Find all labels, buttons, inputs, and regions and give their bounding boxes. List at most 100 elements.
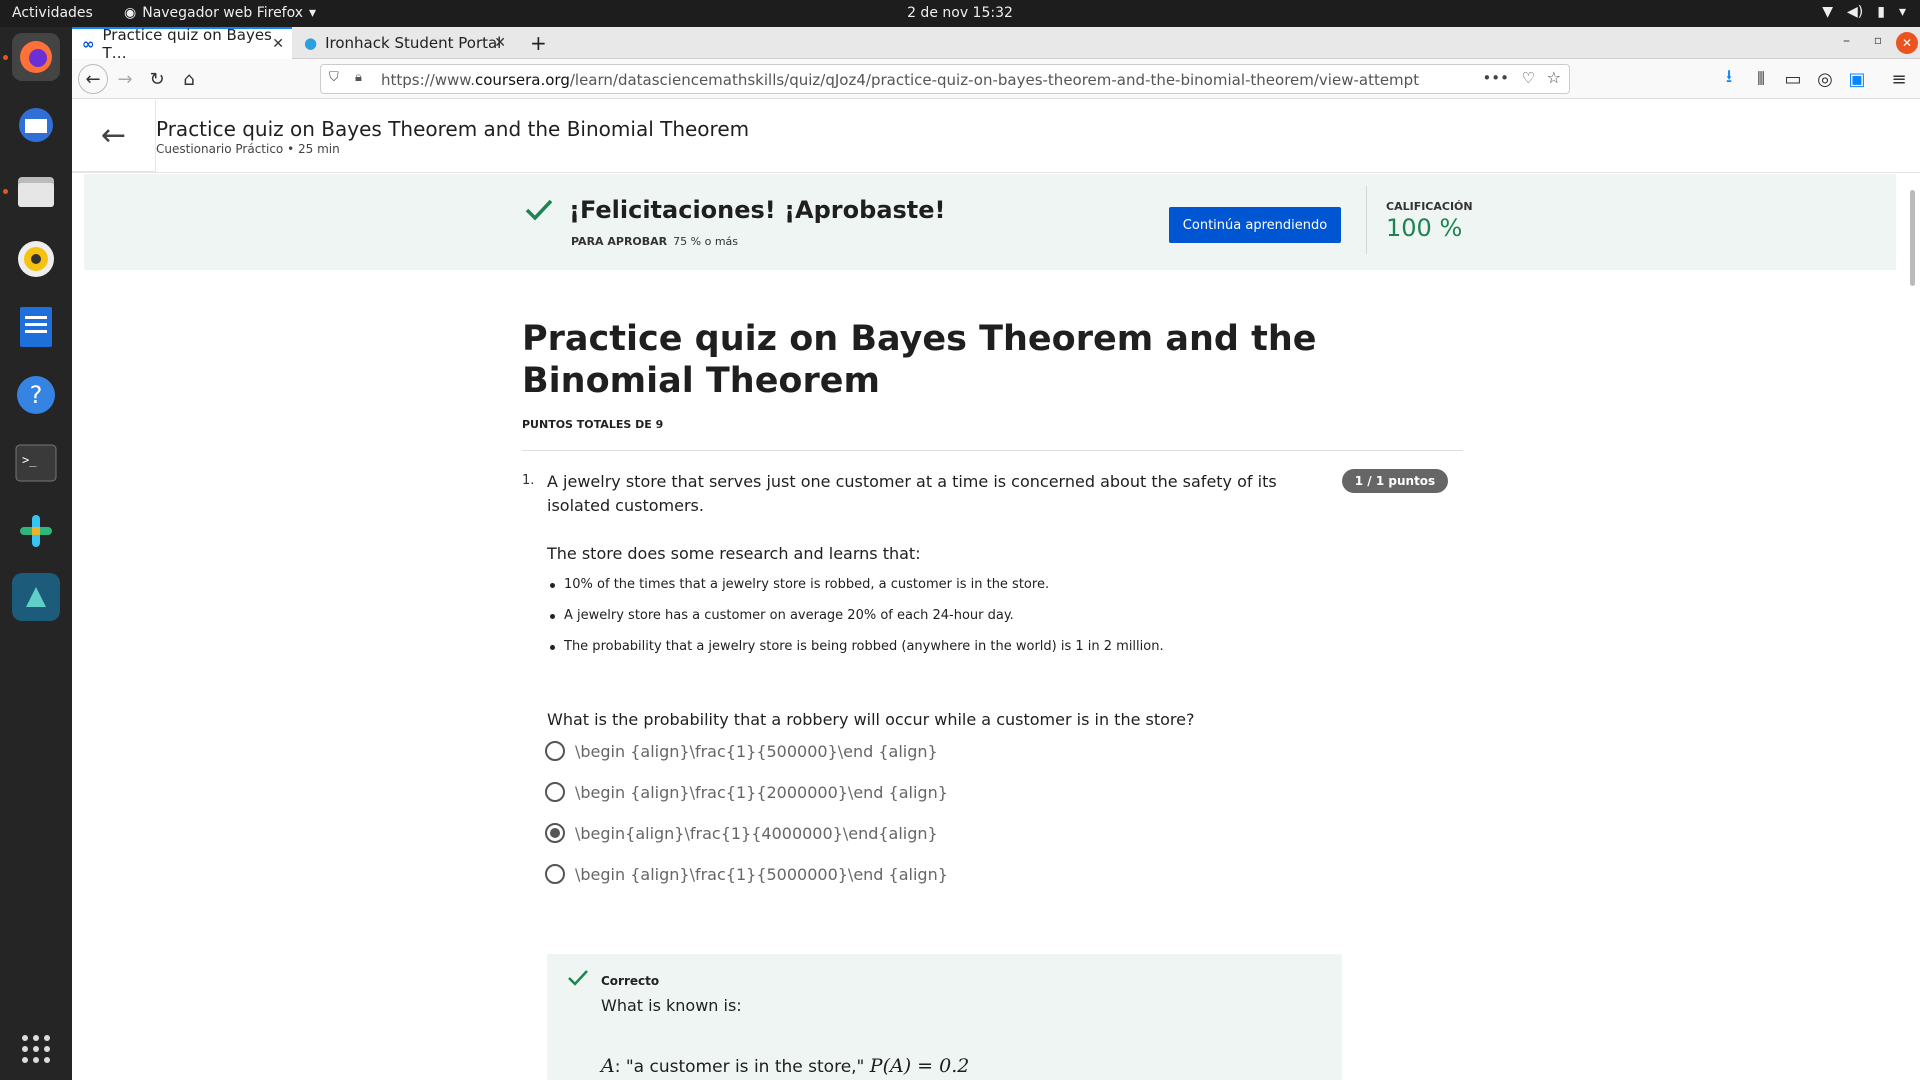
question-text: A jewelry store that serves just one cus… [547, 472, 1277, 515]
tab-ironhack[interactable]: ● Ironhack Student Portal ✕ [294, 27, 514, 59]
option-label: \begin {align}\frac{1}{500000}\end {alig… [575, 741, 938, 761]
url-text[interactable]: https://www.coursera.org/learn/datascien… [381, 71, 1419, 89]
tab-label: Ironhack Student Portal [325, 34, 502, 52]
checkmark-icon [524, 196, 554, 231]
downloads-icon[interactable]: ⭳ [1716, 66, 1742, 92]
svg-text:?: ? [30, 381, 43, 409]
pocket-icon[interactable]: ♡ [1522, 69, 1535, 87]
page-subtitle: Cuestionario Práctico • 25 min [156, 142, 340, 156]
home-icon: ⌂ [183, 68, 195, 90]
page-title: Practice quiz on Bayes Theorem and the B… [156, 117, 750, 141]
firefox-window: ∞ Practice quiz on Bayes T… ✕ ● Ironhack… [72, 26, 1920, 1080]
list-item: The probability that a jewelry store is … [550, 639, 1164, 670]
wifi-icon: ▼ [1822, 4, 1834, 20]
app-menu[interactable]: ◉ Navegador web Firefox ▾ [124, 5, 316, 21]
page-actions-icon[interactable]: ••• [1482, 69, 1509, 87]
question-prompt: What is the probability that a robbery w… [547, 710, 1195, 729]
back-button[interactable]: ← [78, 64, 108, 94]
list-item: 10% of the times that a jewelry store is… [550, 577, 1164, 608]
menu-icon[interactable]: ≡ [1886, 66, 1912, 92]
window-close-button[interactable]: ✕ [1896, 32, 1918, 54]
reload-icon: ↻ [149, 68, 165, 90]
minimize-button[interactable]: – [1843, 33, 1850, 49]
terminal-dock-icon[interactable]: >_ [12, 439, 60, 487]
feedback-status: Correcto [601, 974, 660, 988]
result-banner: ¡Felicitaciones! ¡Aprobaste! PARA APROBA… [84, 174, 1896, 270]
checkmark-icon [567, 968, 589, 993]
answer-option-selected[interactable]: \begin{align}\frac{1}{4000000}\end{align… [545, 823, 938, 843]
home-button[interactable]: ⌂ [176, 66, 202, 92]
quiz-title: Practice quiz on Bayes Theorem and the B… [522, 319, 1317, 401]
tab-bar: ∞ Practice quiz on Bayes T… ✕ ● Ironhack… [72, 26, 1920, 62]
volume-icon: ◀) [1847, 4, 1864, 20]
thunderbird-dock-icon[interactable] [12, 101, 60, 149]
arrow-left-icon: ← [100, 118, 127, 153]
new-tab-button[interactable]: + [520, 27, 550, 59]
answer-option[interactable]: \begin {align}\frac{1}{500000}\end {alig… [545, 741, 938, 761]
answer-option[interactable]: \begin {align}\frac{1}{5000000}\end {ali… [545, 864, 948, 884]
translate-icon[interactable]: ▣ [1844, 66, 1870, 92]
answer-feedback: Correcto What is known is: A: "a custome… [547, 954, 1342, 1080]
plus-icon: + [530, 31, 547, 55]
grade-label: CALIFICACIÓN [1386, 200, 1473, 213]
points-badge: 1 / 1 puntos [1342, 469, 1448, 493]
divider [1366, 186, 1367, 254]
list-item: A jewelry store has a customer on averag… [550, 608, 1164, 639]
radio-button[interactable] [545, 741, 565, 761]
back-to-course-button[interactable]: ← [72, 100, 156, 172]
tab-coursera-quiz[interactable]: ∞ Practice quiz on Bayes T… ✕ [72, 26, 292, 62]
system-top-bar: Actividades ◉ Navegador web Firefox ▾ 2 de… [0, 0, 1920, 27]
radio-button[interactable] [545, 864, 565, 884]
chevron-down-icon: ▾ [309, 5, 317, 21]
maximize-button[interactable]: ▫ [1874, 33, 1882, 47]
scrollbar[interactable] [1910, 190, 1915, 286]
url-bar[interactable]: ⛉ 🔒︎ https://www.coursera.org/learn/data… [320, 64, 1570, 94]
continue-learning-button[interactable]: Continúa aprendiendo [1169, 207, 1341, 243]
system-tray[interactable]: ▼ ◀) ▮ ▾ [1822, 4, 1906, 20]
lock-icon[interactable]: 🔒︎ [355, 70, 362, 85]
files-dock-icon[interactable] [12, 167, 60, 215]
ironhack-favicon-icon: ● [304, 34, 318, 52]
feedback-formula: A: "a customer is in the store," P(A) = … [601, 1055, 970, 1077]
slack-dock-icon[interactable] [12, 507, 60, 555]
help-dock-icon[interactable]: ? [12, 371, 60, 419]
writer-dock-icon[interactable] [12, 303, 60, 351]
shield-icon[interactable]: ⛉ [329, 70, 339, 85]
grade-value: 100 % [1386, 214, 1463, 242]
close-icon[interactable]: ✕ [494, 35, 506, 51]
battery-icon: ▮ [1877, 4, 1885, 20]
rhythmbox-dock-icon[interactable] [12, 235, 60, 283]
feedback-text: What is known is: [601, 996, 742, 1015]
app-menu-label: Navegador web Firefox [142, 5, 304, 21]
sidebar-icon[interactable]: ▭ [1780, 66, 1806, 92]
answer-option[interactable]: \begin {align}\frac{1}{2000000}\end {ali… [545, 782, 948, 802]
option-label: \begin{align}\frac{1}{4000000}\end{align… [575, 823, 938, 843]
coursera-page: ← Practice quiz on Bayes Theorem and the… [72, 100, 1920, 1080]
passing-requirement: PARA APROBAR 75 % o más [571, 235, 739, 248]
facts-list: 10% of the times that a jewelry store is… [550, 577, 1164, 670]
reload-button[interactable]: ↻ [144, 66, 170, 92]
close-icon[interactable]: ✕ [272, 36, 284, 52]
bookmark-star-icon[interactable]: ☆ [1547, 68, 1561, 87]
clock[interactable]: 2 de nov 15:32 [907, 5, 1013, 21]
chevron-down-icon: ▾ [1898, 4, 1906, 20]
radio-button-selected[interactable] [545, 823, 565, 843]
option-label: \begin {align}\frac{1}{2000000}\end {ali… [575, 782, 948, 802]
show-apps-icon[interactable] [12, 1025, 60, 1073]
dock: ? >_ [0, 27, 72, 1080]
question-number: 1. [522, 473, 535, 488]
option-label: \begin {align}\frac{1}{5000000}\end {ali… [575, 864, 948, 884]
firefox-dock-icon[interactable] [12, 33, 60, 81]
svg-text:>_: >_ [22, 453, 37, 467]
app-store-dock-icon[interactable] [12, 573, 60, 621]
arrow-left-icon: ← [85, 68, 101, 90]
account-icon[interactable]: ◎ [1812, 66, 1838, 92]
coursera-favicon-icon: ∞ [82, 35, 95, 53]
congrats-heading: ¡Felicitaciones! ¡Aprobaste! [569, 196, 946, 224]
total-points: PUNTOS TOTALES DE 9 [522, 418, 664, 431]
question-intro: The store does some research and learns … [547, 544, 921, 563]
radio-button[interactable] [545, 782, 565, 802]
forward-button[interactable]: → [112, 66, 138, 92]
activities-button[interactable]: Actividades [12, 5, 93, 21]
library-icon[interactable]: ⫴ [1748, 66, 1774, 92]
